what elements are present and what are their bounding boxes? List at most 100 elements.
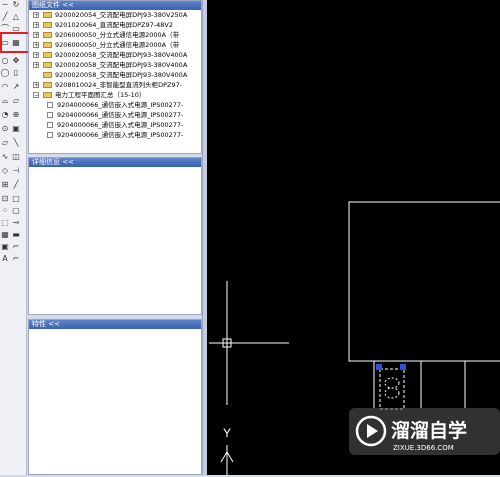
folder-icon [43, 52, 52, 58]
tool-row[interactable]: ▦ ▬ [0, 230, 26, 240]
tool-row[interactable]: ○ ✥ [0, 56, 26, 66]
point-icon[interactable]: ◇ [0, 166, 10, 176]
region-icon[interactable]: ▱ [0, 138, 10, 148]
selected-block-symbol [384, 387, 400, 399]
file-icon [47, 122, 53, 128]
expand-icon[interactable]: + [33, 32, 39, 39]
arc-icon[interactable]: ◠ [0, 82, 10, 92]
selected-block-symbol [384, 377, 400, 389]
tool-row[interactable]: ⊡ ▢ [0, 194, 26, 204]
file-icon [47, 132, 53, 138]
property-panel: 特性 << [28, 319, 202, 475]
tree-item[interactable]: +9201020064_直流配电屏DPZ97-48V2 [29, 20, 201, 30]
tool-row[interactable]: ∿ ◫ [0, 152, 26, 162]
mirror-icon[interactable]: △ [10, 12, 22, 22]
tree-item[interactable]: 9200020058_交流配电屏DPJ93-380V400A [29, 70, 201, 80]
expand-icon[interactable]: + [33, 62, 39, 69]
tree-item[interactable]: 9204000066_通信嵌入式电源_IPS00277- [29, 130, 201, 140]
construction-line-icon[interactable]: ╱ [0, 12, 10, 22]
tool-row[interactable]: ─ ↻ [0, 0, 26, 10]
collapse-icon[interactable]: − [33, 92, 39, 99]
revcloud-icon[interactable]: ⌓ [0, 96, 10, 106]
tool-row[interactable]: ⊙ ▣ [0, 124, 26, 134]
tree-item[interactable]: 9204000066_通信嵌入式电源_IPS00277- [29, 100, 201, 110]
paint-icon[interactable]: ⌐ [10, 242, 22, 252]
expand-icon[interactable]: + [33, 22, 39, 29]
tool-row[interactable]: A ⌐ [0, 254, 26, 264]
property-panel-title[interactable]: 特性 << [29, 320, 201, 329]
file-icon [47, 112, 53, 118]
cad-canvas[interactable]: Y 溜溜自学 ZIXUE.3D66.COM [207, 0, 500, 475]
ellipse-icon[interactable]: ◯ [0, 68, 10, 78]
equipment-rectangle[interactable] [348, 201, 500, 362]
boundary-icon[interactable]: ⁘ [0, 206, 10, 216]
grip-handle[interactable] [376, 364, 382, 370]
donut-icon[interactable]: ⊙ [0, 124, 10, 134]
file-panel-title[interactable]: 图纸文件 << [29, 1, 201, 10]
text-icon[interactable]: A [0, 254, 10, 264]
tree-item[interactable]: +9200020058_交流配电屏DPJ93-380V400A [29, 60, 201, 70]
folder-icon [43, 12, 52, 18]
make-block-icon[interactable]: ▣ [0, 242, 10, 252]
tree-item[interactable]: 9204000066_通信嵌入式电源_IPS00277- [29, 120, 201, 130]
folder-icon [43, 72, 52, 78]
tool-row[interactable]: ⁘ ▢ [0, 206, 26, 216]
tool-row[interactable]: ⌓ ▱ [0, 96, 26, 106]
table-icon[interactable]: ⬚ [0, 218, 10, 228]
gradient-icon[interactable]: ⊡ [0, 194, 10, 204]
tree-item[interactable]: +9200020054_交流配电屏DPJ93-380V250A [29, 10, 201, 20]
tool-row[interactable]: ◇ ⊣ [0, 166, 26, 176]
chamfer-icon[interactable]: ⊣ [10, 166, 22, 176]
rotate-icon[interactable]: ↻ [10, 0, 22, 10]
tool-row[interactable]: ◔ ⊕ [0, 110, 26, 120]
extend-icon[interactable]: ▣ [10, 124, 22, 134]
erase-icon[interactable]: ⌐ [10, 254, 22, 264]
break-icon[interactable]: ╲ [10, 138, 22, 148]
insert-icon[interactable]: ▦ [0, 230, 10, 240]
copy-icon[interactable]: ▯ [10, 68, 22, 78]
wipeout-icon[interactable]: ∿ [0, 152, 10, 162]
stretch-icon[interactable]: ▱ [10, 96, 22, 106]
detail-panel: 详细信息 << [28, 157, 202, 315]
explode-icon[interactable]: ▢ [10, 194, 22, 204]
folder-icon [43, 92, 52, 98]
tree-item[interactable]: +9208010024_非智能型直流列头柜DPZ97- [29, 80, 201, 90]
tool-row[interactable]: ▱ ╲ [0, 138, 26, 148]
tree-item[interactable]: − 电力工程平面图汇总（15-10） [29, 90, 201, 100]
tool-row[interactable]: ◯ ▯ [0, 68, 26, 78]
tool-row[interactable]: ⊞ ╱ [0, 180, 26, 190]
expand-icon[interactable]: + [33, 12, 39, 19]
expand-icon[interactable]: + [33, 82, 39, 89]
tree-item[interactable]: 9204000066_通信嵌入式电源_IPS00277- [29, 110, 201, 120]
selected-block[interactable] [379, 368, 405, 410]
move-icon[interactable]: ✥ [10, 56, 22, 66]
hatch-icon[interactable]: ⊞ [0, 180, 10, 190]
watermark-cn: 溜溜自学 [391, 419, 467, 442]
expand-icon[interactable]: + [33, 52, 39, 59]
tree-item[interactable]: +9200020058_交流配电屏DPJ93-380V400A [29, 50, 201, 60]
pedit-icon[interactable]: ▬ [10, 230, 22, 240]
block-icon[interactable]: ▢ [10, 206, 22, 216]
watermark-en: ZIXUE.3D66.COM [393, 444, 454, 452]
expand-icon[interactable]: + [33, 42, 39, 49]
grip-handle[interactable] [400, 364, 406, 370]
scale-icon[interactable]: ↗ [10, 82, 22, 92]
lengthen-icon[interactable]: ⊸ [10, 218, 22, 228]
detail-panel-title[interactable]: 详细信息 << [29, 158, 201, 167]
join-icon[interactable]: ◫ [10, 152, 22, 162]
fillet-icon[interactable]: ╱ [10, 180, 22, 190]
watermark: 溜溜自学 ZIXUE.3D66.COM [349, 408, 500, 455]
line-icon[interactable]: ─ [0, 0, 10, 10]
tree-item[interactable]: +9206000050_分立式通信电源2000A（带 [29, 30, 201, 40]
folder-icon [43, 62, 52, 68]
tool-row[interactable]: ▣ ⌐ [0, 242, 26, 252]
tree-item[interactable]: +9206000050_分立式通信电源2000A（带 [29, 40, 201, 50]
tool-row[interactable]: ⬚ ⊸ [0, 218, 26, 228]
tool-row[interactable]: ╱ △ [0, 12, 26, 22]
trim-icon[interactable]: ⊕ [10, 110, 22, 120]
tool-row[interactable]: ◠ ↗ [0, 82, 26, 92]
file-icon [47, 102, 53, 108]
circle-icon[interactable]: ○ [0, 56, 10, 66]
spline-icon[interactable]: ◔ [0, 110, 10, 120]
folder-icon [43, 32, 52, 38]
